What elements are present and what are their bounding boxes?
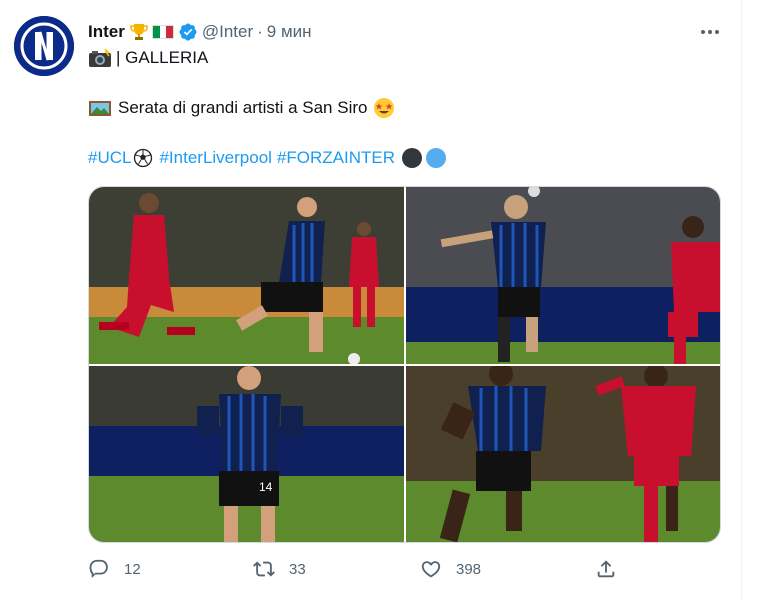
photo-4[interactable] [406, 366, 720, 542]
tweet-text-line-2: Serata di grandi artisti a San Siro [88, 97, 395, 119]
photo-grid: 14 [88, 186, 721, 543]
photo-3[interactable]: 14 [89, 366, 404, 542]
black-circle-icon [402, 148, 422, 168]
tweet-actions: 12 33 398 [88, 558, 648, 586]
reply-icon [89, 559, 108, 578]
share-icon [597, 560, 615, 578]
reply-count: 12 [124, 560, 141, 578]
like-count: 398 [456, 560, 482, 578]
verified-badge-icon [179, 23, 197, 41]
heart-icon [421, 561, 441, 578]
hashtag-ucl[interactable]: #UCL [88, 148, 131, 168]
retweet-icon [253, 561, 275, 577]
avatar[interactable] [14, 16, 74, 76]
like-button[interactable]: 398 [420, 558, 481, 580]
italy-flag-icon [151, 25, 174, 39]
more-options-icon[interactable] [699, 22, 721, 42]
hashtag-forzainter[interactable]: #FORZAINTER [277, 148, 395, 168]
tweet-card[interactable]: Inter @Inter · 9 мин | GALLERIA Serata d… [0, 0, 742, 600]
scroll-gutter [742, 0, 759, 600]
svg-text:14: 14 [259, 480, 273, 494]
trophy-icon [129, 22, 149, 42]
retweet-button[interactable]: 33 [253, 558, 306, 580]
hashtags-line: #UCL #InterLiverpool #FORZAINTER [88, 147, 447, 169]
caption-text: Serata di grandi artisti a San Siro [118, 98, 368, 117]
gallery-label: | GALLERIA [116, 48, 209, 67]
camera-flash-icon [89, 48, 111, 67]
share-button[interactable] [595, 558, 631, 580]
photo-2[interactable] [406, 187, 720, 364]
user-handle[interactable]: @Inter [202, 22, 253, 42]
retweet-count: 33 [289, 560, 306, 578]
photo-1[interactable] [89, 187, 404, 364]
timestamp[interactable]: 9 мин [267, 22, 312, 42]
display-name[interactable]: Inter [88, 22, 125, 42]
tweet-header: Inter @Inter · 9 мин [88, 20, 312, 44]
tweet-text-line-1: | GALLERIA [88, 48, 208, 68]
blue-circle-icon [426, 148, 446, 168]
separator-dot: · [257, 22, 263, 41]
star-struck-emoji-icon [374, 98, 395, 118]
inter-logo-icon [14, 16, 74, 76]
reply-button[interactable]: 12 [88, 558, 141, 580]
framed-picture-icon [89, 101, 111, 116]
soccer-ball-icon [134, 148, 153, 168]
hashtag-interliverpool[interactable]: #InterLiverpool [159, 148, 271, 168]
